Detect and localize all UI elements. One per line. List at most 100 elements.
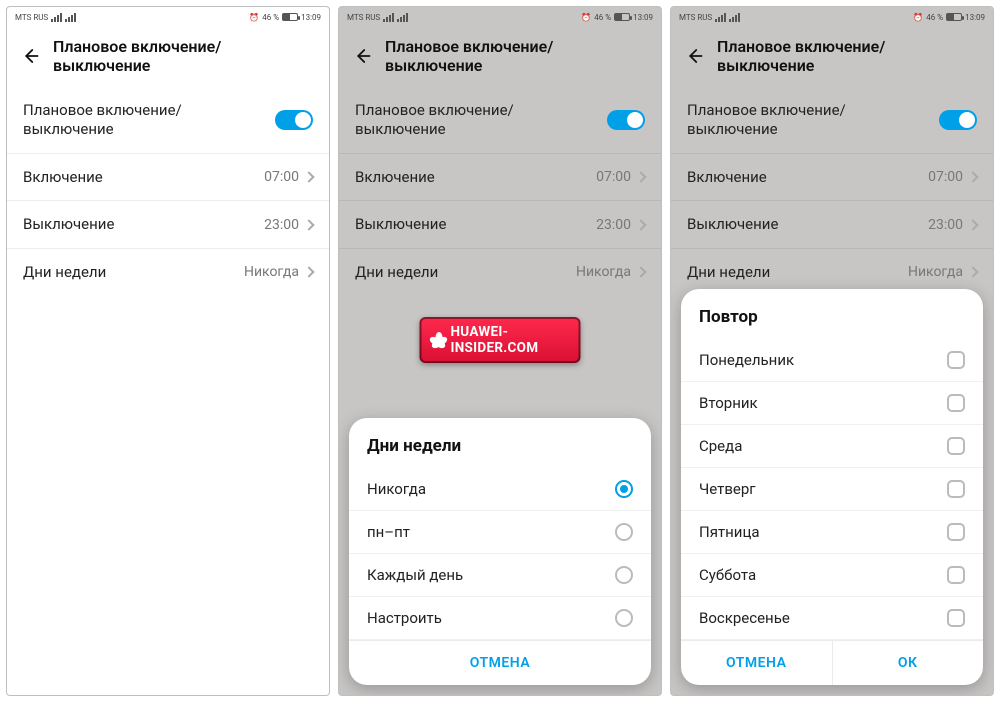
cancel-button[interactable]: ОТМЕНА (681, 641, 832, 685)
checkbox-icon[interactable] (947, 523, 965, 541)
page-title: Плановое включение/выключение (53, 37, 315, 75)
row-power-on[interactable]: Включение 07:00 (339, 154, 661, 202)
option-friday[interactable]: Пятница (681, 511, 983, 554)
days-value: Никогда (244, 264, 299, 280)
titlebar: Плановое включение/выключение (7, 27, 329, 87)
page-title: Плановое включение/выключение (385, 37, 647, 75)
alarm-icon: ⏰ (581, 13, 591, 22)
clock: 13:09 (965, 13, 985, 22)
row-days[interactable]: Дни недели Никогда (7, 249, 329, 296)
option-tuesday[interactable]: Вторник (681, 382, 983, 425)
option-label: Воскресенье (699, 609, 790, 627)
schedule-toggle[interactable] (939, 110, 977, 130)
option-label: Вторник (699, 394, 758, 412)
days-value: Никогда (908, 264, 963, 280)
alarm-icon: ⏰ (913, 13, 923, 22)
schedule-toggle[interactable] (275, 110, 313, 130)
on-value: 07:00 (264, 169, 299, 185)
checkbox-icon[interactable] (947, 351, 965, 369)
option-sunday[interactable]: Воскресенье (681, 597, 983, 640)
option-saturday[interactable]: Суббота (681, 554, 983, 597)
chevron-right-icon (635, 219, 646, 230)
signal-icon (715, 13, 726, 22)
phone-screen-1: MTS RUS ⏰ 46 % 13:09 Плановое включение/… (6, 6, 330, 696)
watermark-badge: HUAWEI-INSIDER.COM (420, 317, 581, 363)
row-schedule-toggle[interactable]: Плановое включение/ выключение (339, 87, 661, 154)
ok-button[interactable]: ОК (832, 641, 984, 685)
row-schedule-toggle[interactable]: Плановое включение/ выключение (7, 87, 329, 154)
schedule-toggle[interactable] (607, 110, 645, 130)
chevron-right-icon (967, 219, 978, 230)
checkbox-icon[interactable] (947, 394, 965, 412)
back-icon[interactable] (21, 47, 39, 65)
option-label: Понедельник (699, 351, 794, 369)
option-label: Среда (699, 437, 742, 455)
chevron-right-icon (303, 171, 314, 182)
row-power-off[interactable]: Выключение 23:00 (7, 201, 329, 249)
checkbox-icon[interactable] (947, 566, 965, 584)
on-label: Включение (23, 168, 103, 187)
row-power-off[interactable]: Выключение 23:00 (671, 201, 993, 249)
phone-screen-3: MTS RUS ⏰ 46 % 13:09 Плановое включение/… (670, 6, 994, 696)
days-label: Дни недели (355, 263, 438, 282)
settings-list: Плановое включение/ выключение Включение… (671, 87, 993, 296)
off-value: 23:00 (264, 217, 299, 233)
chevron-right-icon (635, 171, 646, 182)
row-days[interactable]: Дни недели Никогда (339, 249, 661, 296)
checkbox-icon[interactable] (947, 609, 965, 627)
radio-icon[interactable] (615, 609, 633, 627)
row-power-off[interactable]: Выключение 23:00 (339, 201, 661, 249)
off-value: 23:00 (928, 217, 963, 233)
status-bar: MTS RUS ⏰ 46 % 13:09 (671, 7, 993, 27)
option-wednesday[interactable]: Среда (681, 425, 983, 468)
option-custom[interactable]: Настроить (349, 597, 651, 640)
battery-icon (282, 13, 298, 21)
settings-list: Плановое включение/ выключение Включение… (7, 87, 329, 296)
option-weekdays[interactable]: пн–пт (349, 511, 651, 554)
watermark-text: HUAWEI-INSIDER.COM (450, 324, 568, 356)
battery-pct: 46 % (594, 13, 611, 22)
back-icon[interactable] (353, 47, 371, 65)
chevron-right-icon (967, 267, 978, 278)
huawei-logo-icon (432, 332, 445, 348)
radio-icon[interactable] (615, 480, 633, 498)
battery-pct: 46 % (262, 13, 279, 22)
on-label: Включение (687, 168, 767, 187)
page-title: Плановое включение/выключение (717, 37, 979, 75)
option-thursday[interactable]: Четверг (681, 468, 983, 511)
back-icon[interactable] (685, 47, 703, 65)
status-bar: MTS RUS ⏰ 46 % 13:09 (7, 7, 329, 27)
phone-screen-2: MTS RUS ⏰ 46 % 13:09 Плановое включение/… (338, 6, 662, 696)
carrier-label: MTS RUS (347, 13, 380, 22)
repeat-sheet: Повтор Понедельник Вторник Среда Четверг… (681, 289, 983, 685)
option-label: Суббота (699, 566, 756, 584)
battery-pct: 46 % (926, 13, 943, 22)
days-value: Никогда (576, 264, 631, 280)
signal-icon (383, 13, 394, 22)
chevron-right-icon (303, 267, 314, 278)
option-never[interactable]: Никогда (349, 468, 651, 511)
chevron-right-icon (967, 171, 978, 182)
option-monday[interactable]: Понедельник (681, 339, 983, 382)
checkbox-icon[interactable] (947, 437, 965, 455)
chevron-right-icon (303, 219, 314, 230)
radio-icon[interactable] (615, 566, 633, 584)
days-sheet: Дни недели Никогда пн–пт Каждый день Нас… (349, 418, 651, 685)
row-power-on[interactable]: Включение 07:00 (7, 154, 329, 202)
clock: 13:09 (301, 13, 321, 22)
sheet-title: Повтор (681, 303, 983, 339)
sheet-actions: ОТМЕНА (349, 640, 651, 685)
settings-list: Плановое включение/ выключение Включение… (339, 87, 661, 296)
cancel-button[interactable]: ОТМЕНА (349, 641, 651, 685)
radio-icon[interactable] (615, 523, 633, 541)
row-power-on[interactable]: Включение 07:00 (671, 154, 993, 202)
checkbox-icon[interactable] (947, 480, 965, 498)
off-value: 23:00 (596, 217, 631, 233)
off-label: Выключение (355, 215, 446, 234)
option-everyday[interactable]: Каждый день (349, 554, 651, 597)
row-schedule-toggle[interactable]: Плановое включение/ выключение (671, 87, 993, 154)
option-label: Четверг (699, 480, 756, 498)
signal-icon (397, 13, 408, 22)
option-label: Пятница (699, 523, 760, 541)
signal-icon (51, 13, 62, 22)
